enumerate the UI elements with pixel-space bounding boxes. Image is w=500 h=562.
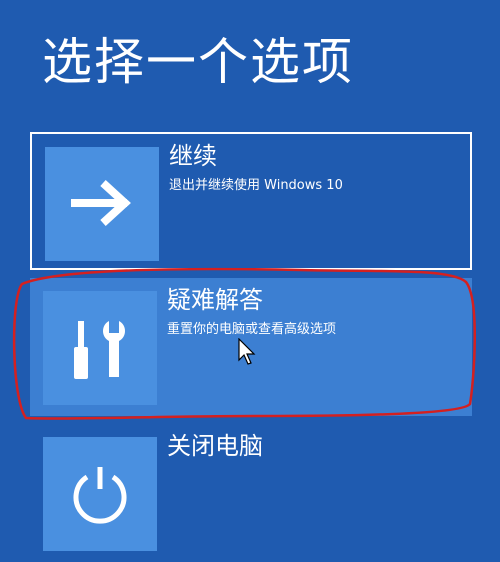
- troubleshoot-title: 疑难解答: [167, 286, 263, 314]
- page-title: 选择一个选项: [42, 33, 354, 91]
- power-icon: [43, 437, 157, 551]
- shutdown-option[interactable]: 关闭电脑: [30, 424, 472, 562]
- continue-option[interactable]: 继续 退出并继续使用 Windows 10: [30, 132, 472, 270]
- tools-icon: [43, 291, 157, 405]
- continue-title: 继续: [169, 142, 217, 170]
- troubleshoot-description: 重置你的电脑或查看高级选项: [167, 322, 337, 337]
- mouse-cursor-icon: [238, 338, 256, 365]
- continue-description: 退出并继续使用 Windows 10: [169, 178, 343, 193]
- shutdown-title: 关闭电脑: [167, 432, 263, 460]
- arrow-right-icon: [45, 147, 159, 261]
